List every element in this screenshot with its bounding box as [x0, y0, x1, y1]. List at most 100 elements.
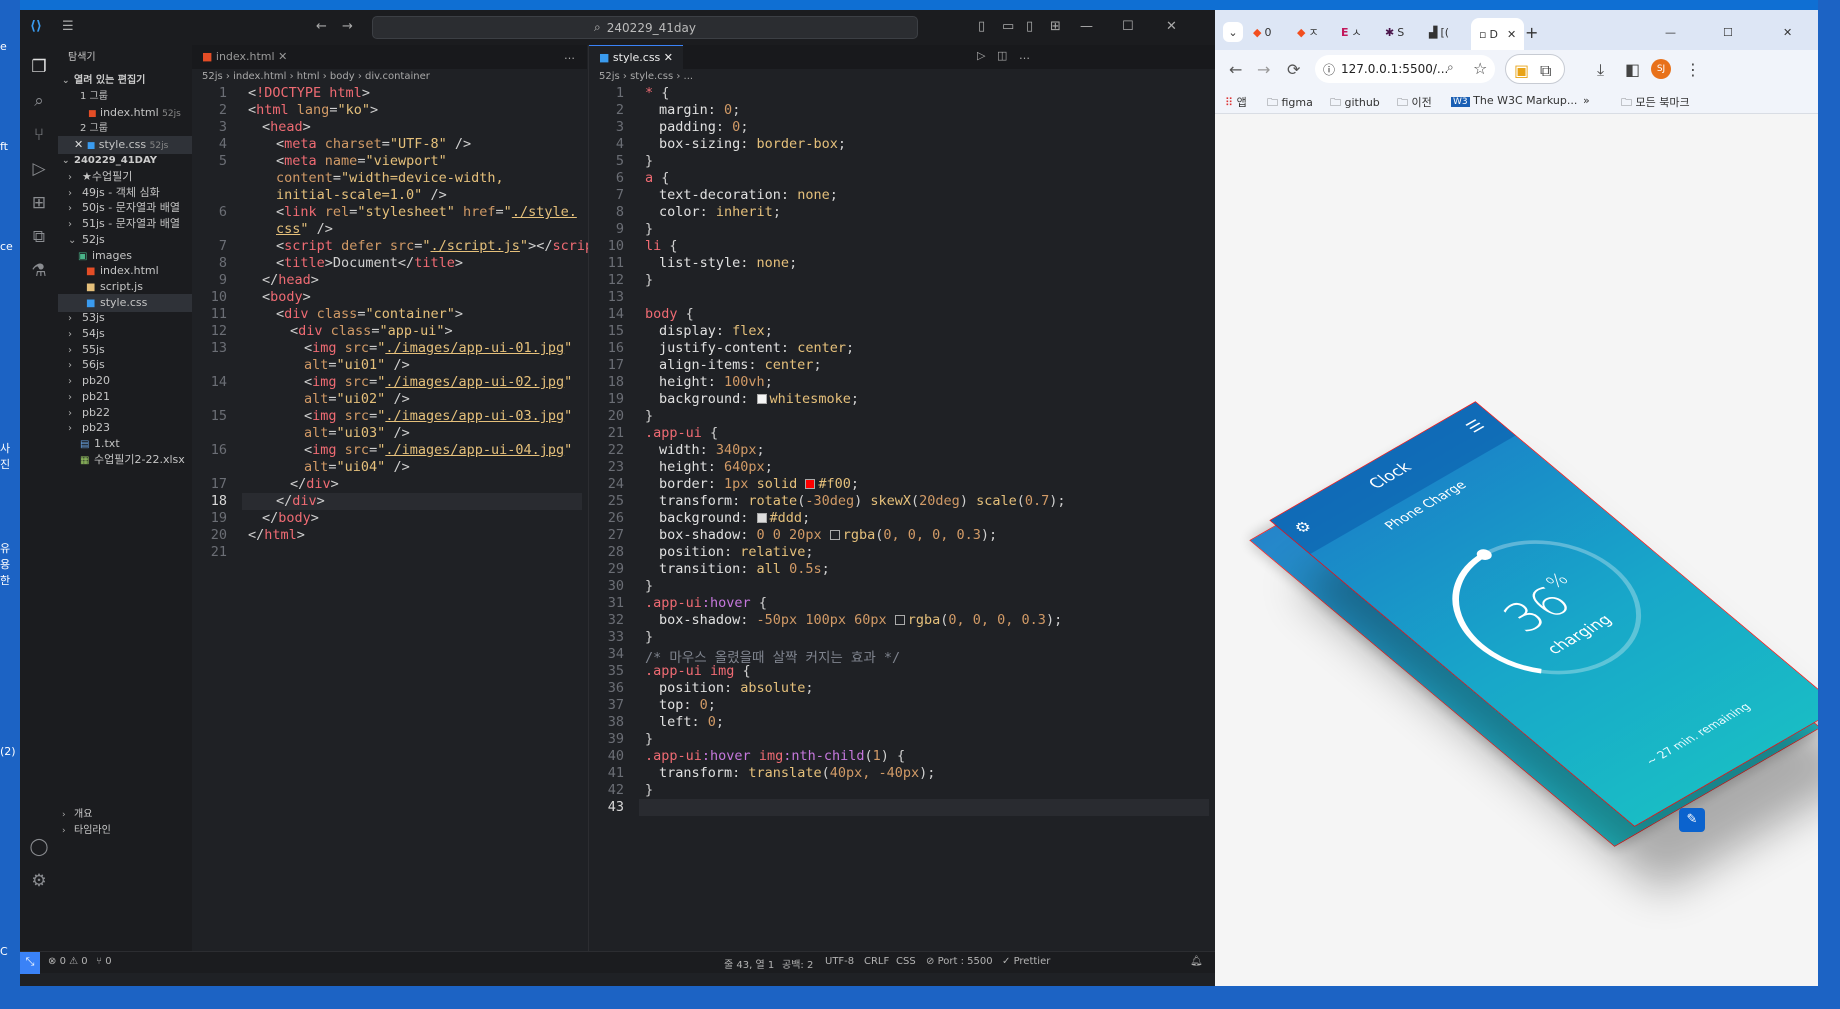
tab-style-css[interactable]: ■ style.css ✕ — [589, 45, 684, 69]
side-panel-icon[interactable]: ◧ — [1625, 60, 1640, 79]
site-info-icon[interactable]: ⓘ — [1323, 61, 1335, 78]
explorer-icon[interactable]: ❐ — [29, 57, 49, 77]
tab-chart[interactable]: ▟[( — [1429, 20, 1449, 44]
toggle-secondary-sidebar-icon[interactable]: ▯ — [1026, 19, 1033, 34]
zoom-icon[interactable]: ⌕ — [1447, 60, 1454, 75]
bookmark-all[interactable]: 🗀 모든 북마크 — [1621, 94, 1690, 113]
reload-icon[interactable]: ⟳ — [1287, 60, 1300, 79]
menu-kebab-icon[interactable]: ⋮ — [1685, 60, 1701, 79]
breadcrumb: 52js › index.html › html › body › div.co… — [202, 71, 430, 82]
folder-icon: 🗀 — [1267, 96, 1278, 109]
close-icon[interactable]: ✕ — [74, 138, 83, 151]
profile-avatar[interactable]: SJ — [1651, 59, 1671, 79]
desktop-background-bottom — [0, 986, 1840, 1009]
run-icon[interactable]: ▷ — [977, 49, 985, 62]
notifications-icon[interactable]: 🔔︎ — [1190, 956, 1203, 967]
tree-item-label: style.css — [100, 295, 148, 309]
slack-icon: ✱ — [1385, 25, 1395, 39]
bookmark-github[interactable]: 🗀 github — [1330, 94, 1380, 113]
bookmark-star-icon[interactable]: ☆ — [1473, 59, 1487, 78]
ports-indicator[interactable]: ⑂ 0 — [96, 956, 112, 967]
download-icon[interactable]: ⤓ — [1597, 60, 1604, 80]
indentation[interactable]: 공백: 2 — [782, 956, 813, 971]
minimize-icon[interactable]: — — [1665, 20, 1676, 44]
command-center-search[interactable]: ⌕ 240229_41day — [372, 16, 918, 39]
tab-figma-2[interactable]: ◆ ㅈ — [1297, 20, 1319, 44]
chrome-window: ⌄ ◆ 0 ◆ ㅈ Eㅅ ✱ S ▟[( ▫ D ✕ + — ☐ ✕ ← → ⟳ ⓘ 12… — [1215, 10, 1818, 986]
tab-slack[interactable]: ✱ S — [1385, 20, 1404, 44]
more-icon[interactable]: … — [1019, 49, 1030, 62]
end-of-line[interactable]: CRLF — [864, 956, 889, 967]
extension-icon[interactable]: ▣ — [1514, 61, 1529, 80]
page-viewport[interactable]: Clock Phone Charge ⚙ ☰ 36% charging ~ 27… — [1215, 114, 1818, 986]
folder-icon: 🗀 — [1330, 96, 1341, 109]
minimize-icon[interactable]: — — [1080, 19, 1093, 34]
maximize-icon[interactable]: ☐ — [1122, 19, 1134, 34]
search-icon: ⌕ — [594, 20, 601, 34]
forward-arrow-icon[interactable]: → — [342, 19, 353, 34]
back-arrow-icon[interactable]: ← — [316, 19, 327, 34]
remote-icon[interactable]: ⤡ — [20, 952, 40, 974]
eyedropper-button[interactable]: ✎ — [1679, 808, 1705, 832]
folder-icon: 🗀 — [1621, 96, 1632, 109]
tree-item-label: pb23 — [82, 421, 110, 435]
bookmark-apps[interactable]: ⠿ 앱 — [1225, 94, 1247, 110]
desktop-label: 유용한 — [0, 542, 11, 587]
problems-indicator[interactable]: ⊗ 0 ⚠ 0 — [48, 956, 88, 967]
language-mode[interactable]: CSS — [896, 956, 916, 967]
tab-search-icon[interactable]: ⌄ — [1223, 22, 1243, 42]
tree-item-label: 51js - 문자열과 배열 — [82, 217, 180, 231]
live-server-port[interactable]: ⊘ Port : 5500 — [926, 956, 993, 967]
more-icon[interactable]: … — [564, 49, 575, 62]
close-icon[interactable]: ✕ — [1166, 19, 1177, 34]
cursor-position[interactable]: 줄 43, 열 1 — [724, 956, 774, 971]
tree-item-label: script.js — [100, 279, 143, 293]
tab-index-html[interactable]: ■ index.html ✕ — [192, 45, 297, 69]
maximize-icon[interactable]: ☐ — [1723, 20, 1733, 44]
tree-item-label: pb21 — [82, 389, 110, 403]
page-icon: ▫ — [1479, 27, 1487, 41]
back-arrow-icon[interactable]: ← — [1229, 60, 1242, 79]
address-bar[interactable]: ⓘ 127.0.0.1:5500/... — [1315, 55, 1495, 83]
close-icon[interactable]: ✕ — [1507, 28, 1516, 41]
close-icon[interactable]: ✕ — [664, 51, 673, 64]
menu-icon[interactable]: ☰ — [62, 19, 74, 34]
title-bar: ⟨⟩ ☰ ← → ⌕ 240229_41day ▯ ▭ ▯ ⊞ — ☐ ✕ — [20, 10, 1215, 45]
split-editor-icon[interactable]: ◫ — [997, 49, 1007, 62]
bookmark-figma[interactable]: 🗀 figma — [1267, 94, 1313, 113]
close-icon[interactable]: ✕ — [278, 50, 287, 63]
prettier-status[interactable]: ✓ Prettier — [1002, 956, 1050, 967]
tree-item-label: 52js — [82, 232, 105, 246]
extensions-icon[interactable]: ⊞ — [29, 193, 49, 213]
close-icon[interactable]: ✕ — [1783, 20, 1792, 44]
tab-bar: ■ index.html ✕ … — [192, 45, 587, 69]
layout-icon[interactable]: ⊞ — [1050, 19, 1061, 34]
run-debug-icon[interactable]: ▷ — [29, 159, 49, 179]
more-bookmarks-icon[interactable]: » — [1583, 94, 1590, 107]
bookmark-prev[interactable]: 🗀 이전 — [1397, 94, 1432, 113]
manage-gear-icon[interactable]: ⚙ — [29, 871, 49, 891]
source-control-icon[interactable]: ⑂ — [29, 125, 49, 145]
desktop-label: 사진 — [0, 442, 11, 471]
tab-e[interactable]: Eㅅ — [1341, 20, 1362, 44]
tree-item-label: ★수업필기 — [82, 170, 133, 183]
new-tab-icon[interactable]: + — [1525, 20, 1538, 44]
puzzle-icon[interactable]: ⧉ — [1540, 61, 1551, 81]
account-icon[interactable]: ◯ — [29, 837, 49, 857]
tab-figma-1[interactable]: ◆ 0 — [1253, 20, 1271, 44]
desktop-label: ft — [0, 140, 8, 153]
extensions-group: ▣ ⧉ — [1505, 54, 1565, 84]
editor-style-css[interactable]: ■ style.css ✕ ▷ ◫ … 52js › style.css › .… — [588, 45, 1215, 951]
editor-index-html[interactable]: ■ index.html ✕ … 52js › index.html › htm… — [192, 45, 609, 951]
xlsx-file-icon: ▦ — [80, 454, 90, 466]
toggle-sidebar-icon[interactable]: ▯ — [978, 19, 985, 34]
search-icon[interactable]: ⌕ — [29, 91, 49, 111]
bookmark-w3c[interactable]: W3 The W3C Markup... — [1451, 94, 1577, 107]
forward-arrow-icon[interactable]: → — [1257, 60, 1270, 79]
toggle-panel-icon[interactable]: ▭ — [1002, 19, 1014, 34]
tab-active[interactable]: ▫ D ✕ — [1471, 18, 1525, 50]
encoding[interactable]: UTF-8 — [825, 956, 854, 967]
folder-icon: 🗀 — [1397, 96, 1408, 109]
testing-icon[interactable]: ⚗ — [29, 261, 49, 281]
remote-explorer-icon[interactable]: ⧉ — [29, 227, 49, 247]
